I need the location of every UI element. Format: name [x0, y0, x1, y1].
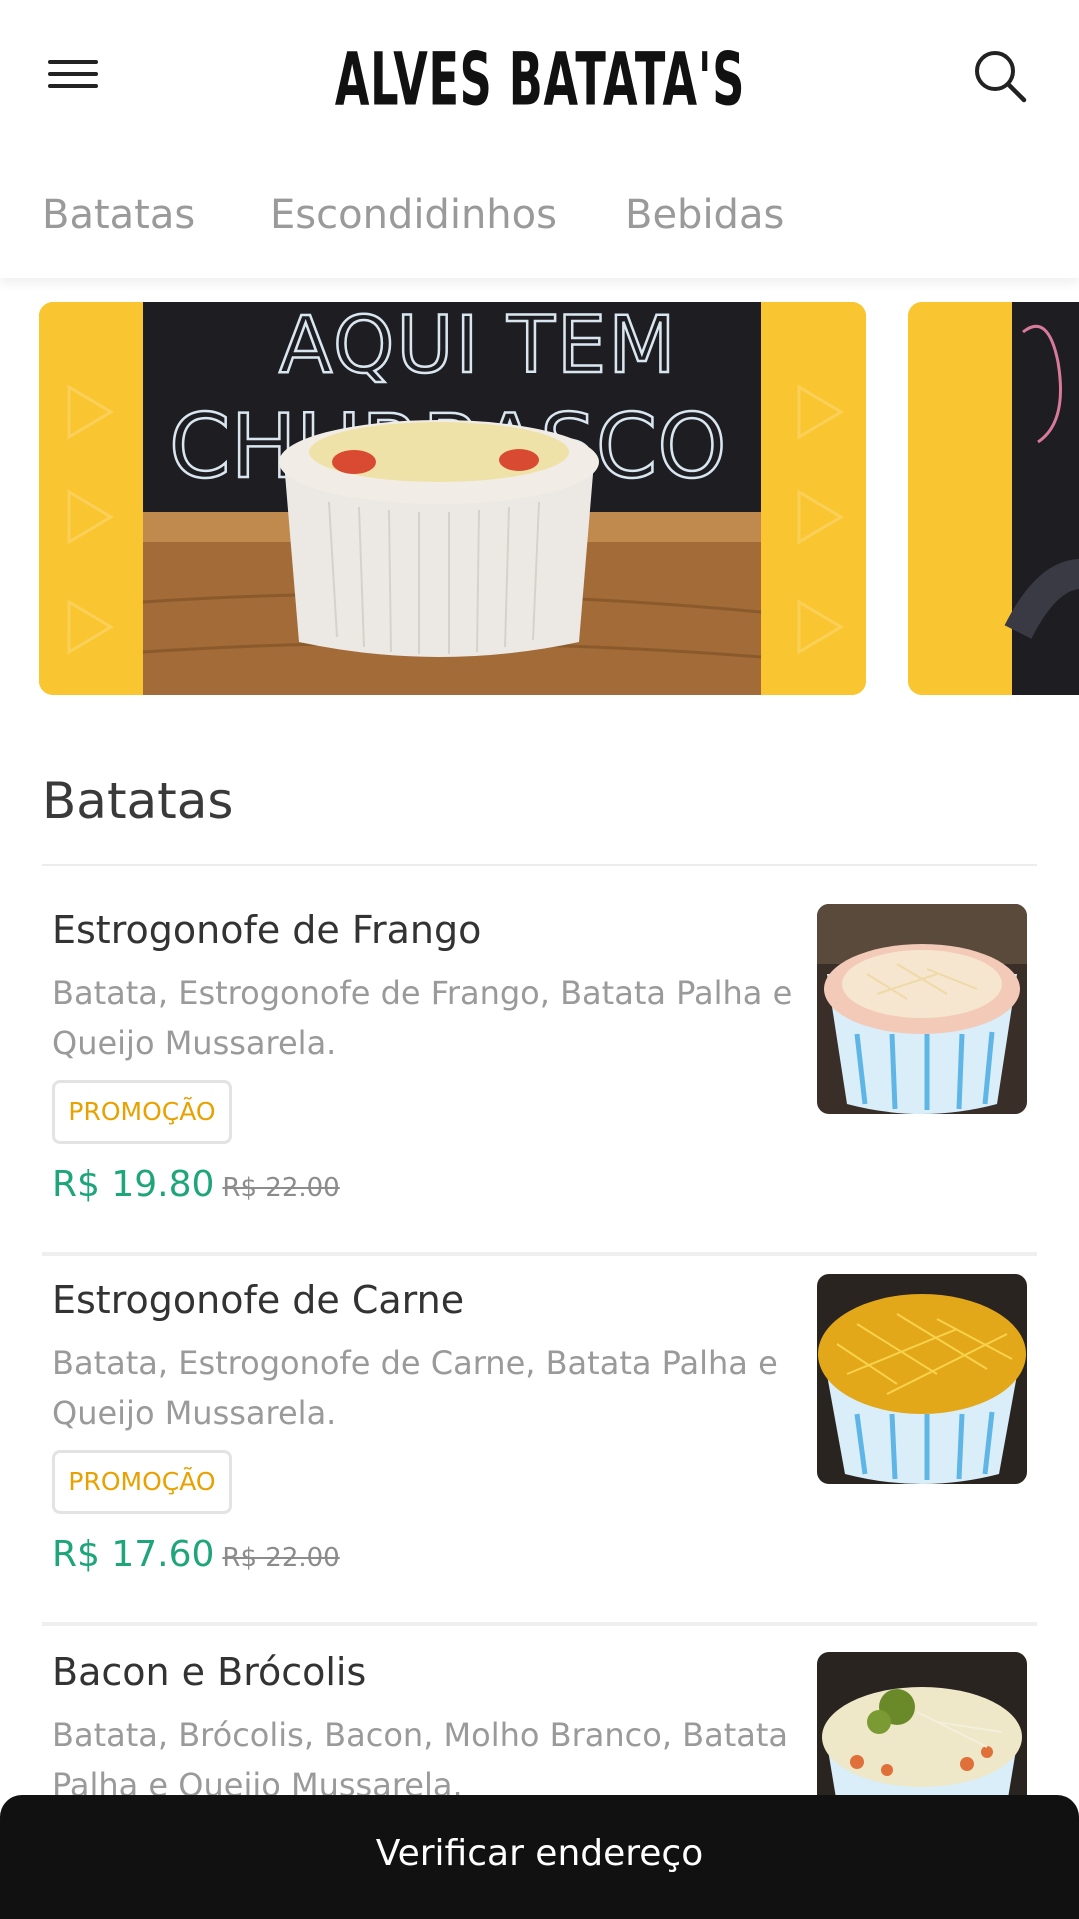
item-price-row: R$ 17.60 R$ 22.00	[52, 1534, 340, 1575]
check-address-label: Verificar endereço	[375, 1833, 704, 1874]
item-description: Batata, Estrogonofe de Frango, Batata Pa…	[52, 974, 793, 1062]
item-photo	[817, 1652, 1027, 1810]
item-name: Estrogonofe de Frango	[52, 908, 482, 952]
menu-item[interactable]: Estrogonofe de Carne Batata, Estrogonofe…	[42, 1274, 1037, 1618]
item-price: R$ 17.60	[52, 1534, 215, 1575]
brand-logo: ALVES BATATA'S	[334, 36, 746, 123]
svg-text:AQUI TEM: AQUI TEM	[279, 302, 678, 391]
tab-bebidas[interactable]: Bebidas	[625, 192, 784, 238]
item-divider	[42, 1622, 1037, 1626]
item-description: Batata, Estrogonofe de Carne, Batata Pal…	[52, 1344, 778, 1432]
promo-badge: PROMOÇÃO	[52, 1450, 232, 1514]
item-old-price: R$ 22.00	[222, 1543, 340, 1573]
item-divider	[42, 1252, 1037, 1256]
banner-photo: AQUI TEM CHURRASCO	[39, 302, 866, 695]
banner-photo-next	[908, 302, 1079, 695]
item-name: Bacon e Brócolis	[52, 1650, 367, 1694]
search-icon[interactable]	[972, 48, 1028, 104]
item-price: R$ 19.80	[52, 1164, 215, 1205]
tab-batatas[interactable]: Batatas	[42, 192, 195, 238]
menu-item[interactable]: Estrogonofe de Frango Batata, Estrogonof…	[42, 904, 1037, 1248]
category-tabs: Batatas Escondidinhos Bebidas	[0, 150, 1079, 278]
app-header: ALVES BATATA'S	[0, 0, 1079, 150]
menu-item[interactable]: Bacon e Brócolis Batata, Brócolis, Bacon…	[42, 1650, 1037, 1810]
section-title: Batatas	[42, 772, 234, 830]
check-address-button[interactable]: Verificar endereço	[0, 1795, 1079, 1919]
tab-escondidinhos[interactable]: Escondidinhos	[270, 192, 557, 238]
item-price-row: R$ 19.80 R$ 22.00	[52, 1164, 340, 1205]
section-divider	[42, 864, 1037, 866]
item-photo	[817, 904, 1027, 1114]
item-old-price: R$ 22.00	[222, 1173, 340, 1203]
promo-banner[interactable]: AQUI TEM CHURRASCO	[39, 302, 866, 695]
promo-banner-next[interactable]	[908, 302, 1079, 695]
item-photo	[817, 1274, 1027, 1484]
promo-badge: PROMOÇÃO	[52, 1080, 232, 1144]
item-name: Estrogonofe de Carne	[52, 1278, 465, 1322]
hamburger-menu-icon[interactable]	[48, 56, 98, 96]
